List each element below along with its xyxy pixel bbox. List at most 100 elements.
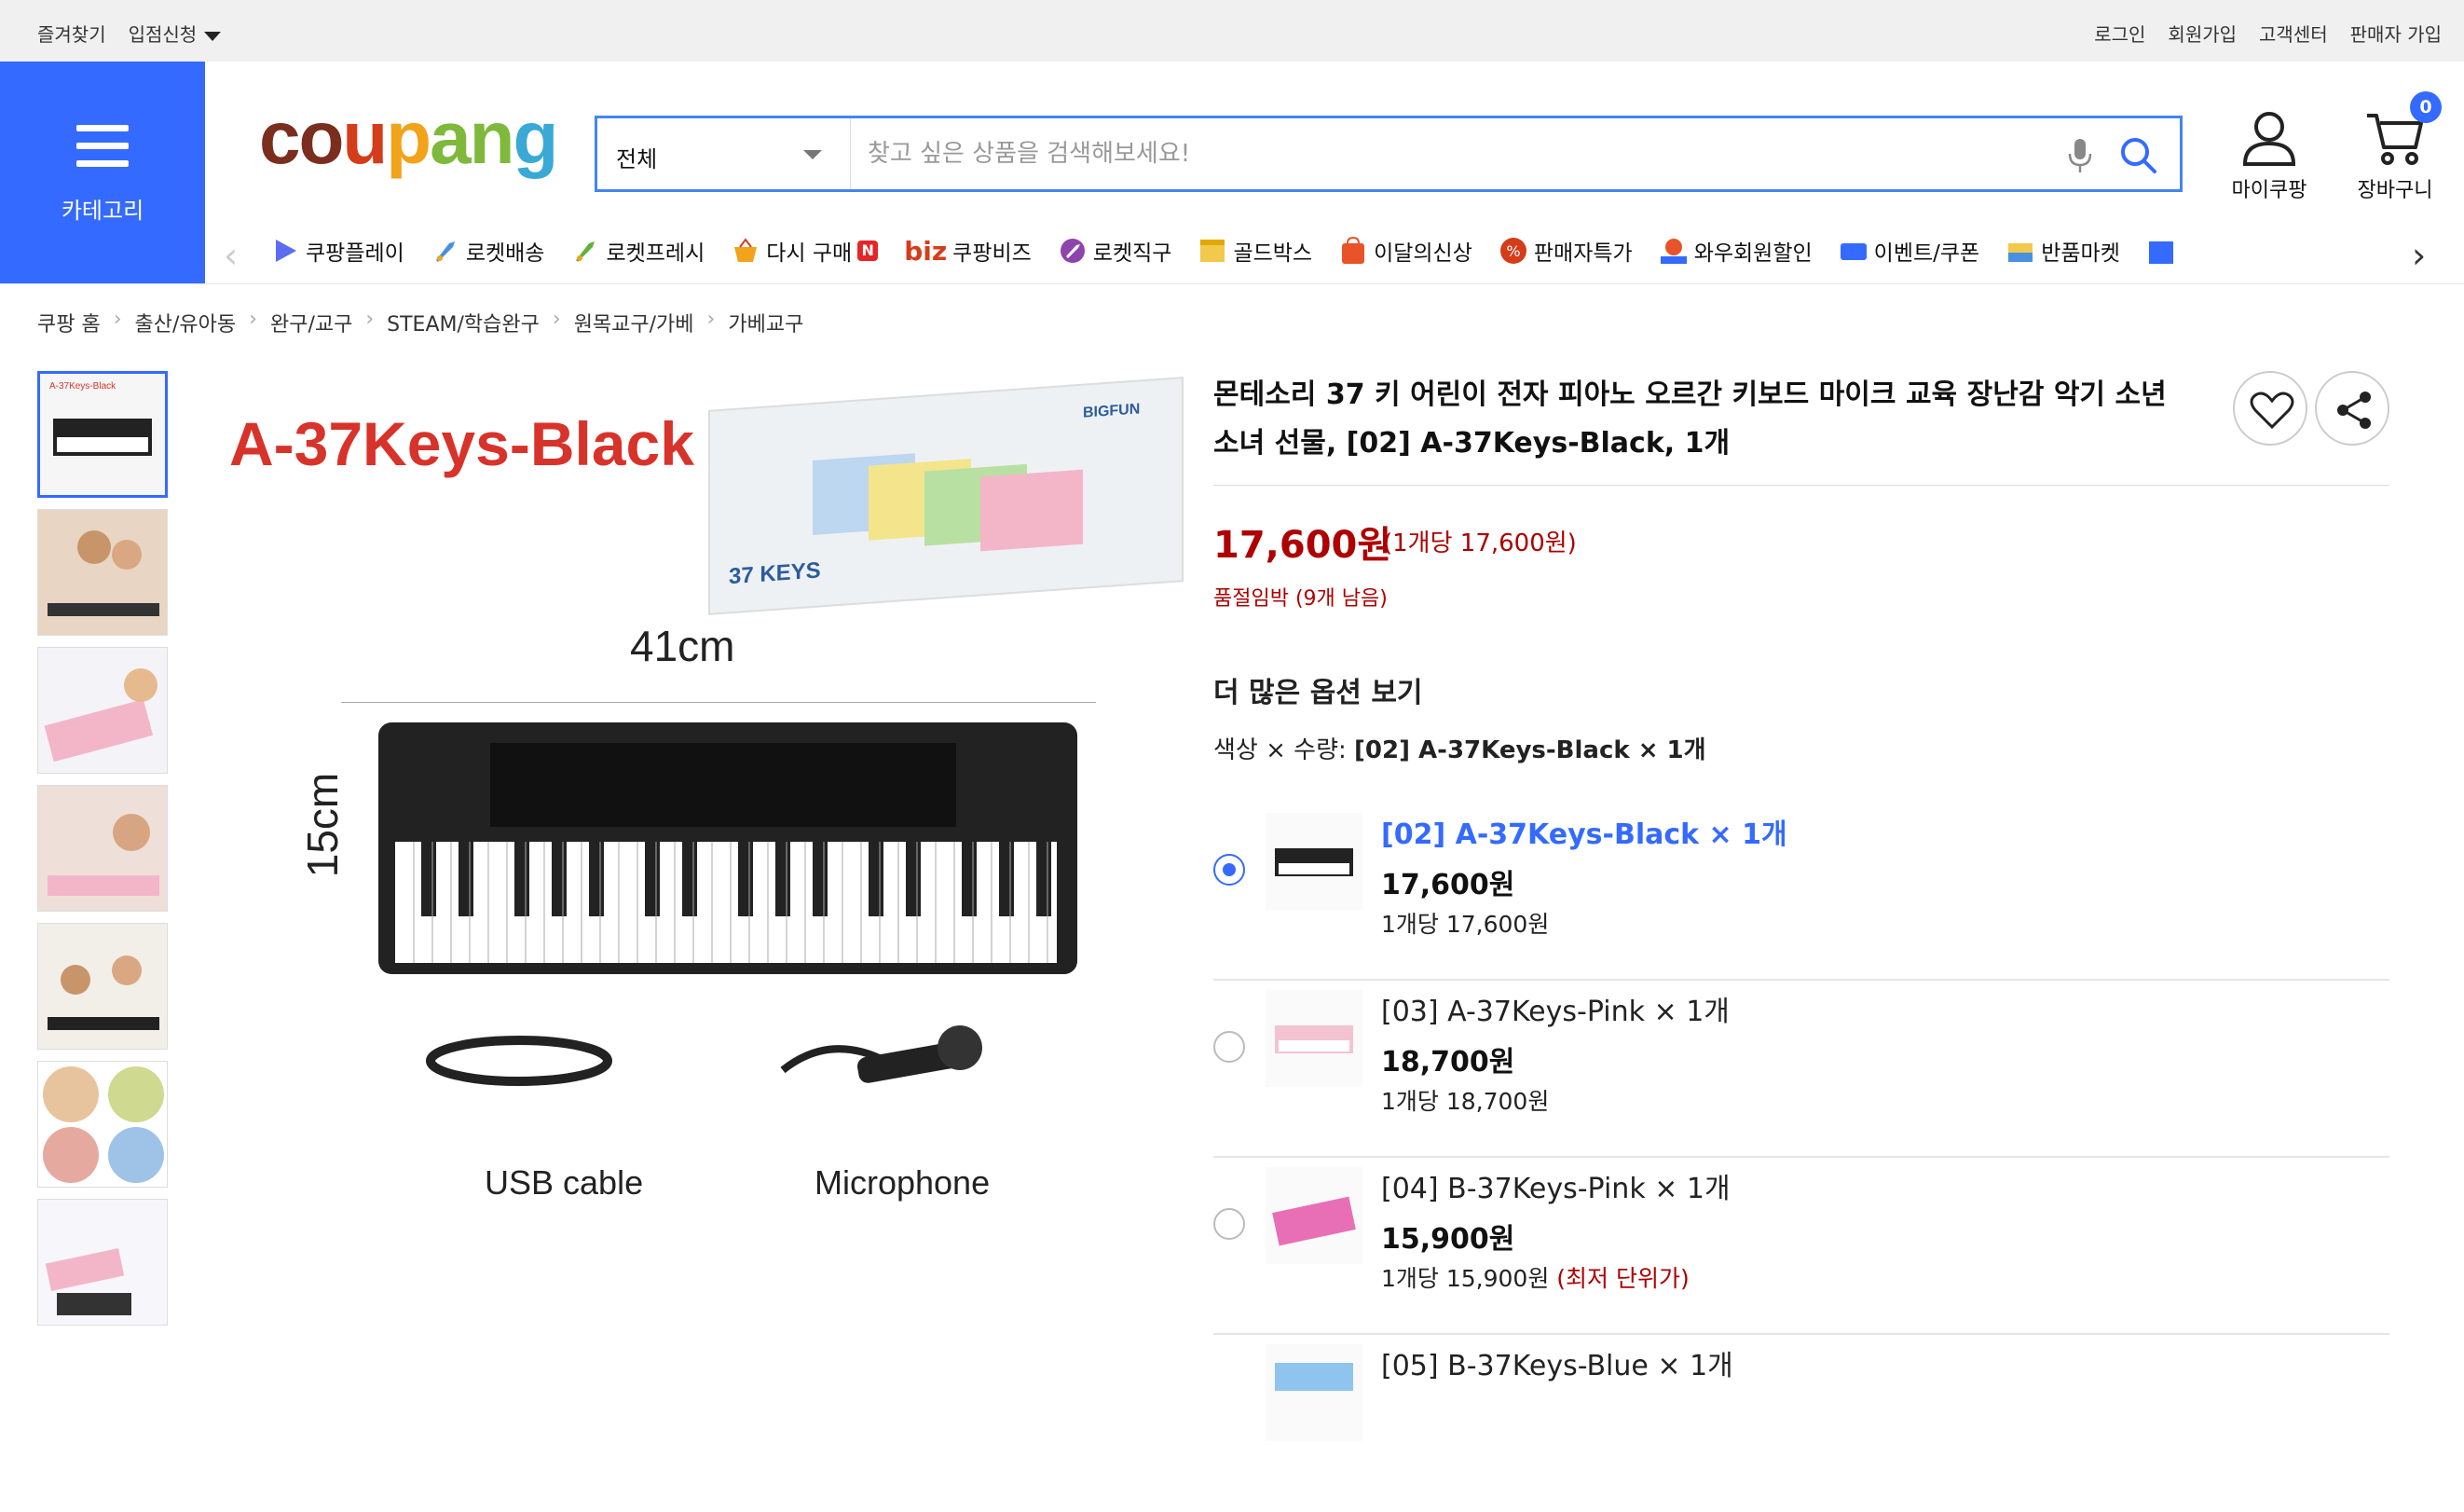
chevron-left-icon[interactable]: ‹ (224, 235, 238, 276)
nav-label: 쿠팡비즈 (952, 241, 1032, 266)
usb-cable-label: USB cable (485, 1163, 644, 1202)
nav-label: 이벤트/쿠폰 (1873, 241, 1980, 266)
logo-part: an (430, 96, 514, 179)
my-coupang-button[interactable]: 마이쿠팡 (2227, 110, 2311, 203)
chevron-right-icon[interactable]: › (2412, 235, 2426, 276)
breadcrumb-item[interactable]: 출산/유아동 (135, 308, 237, 337)
play-icon (276, 240, 296, 262)
nav-rocket-fresh[interactable]: 로켓프레시 (570, 235, 705, 267)
logo-part: p (386, 96, 431, 179)
option-radio[interactable] (1213, 1208, 1245, 1240)
search-icon[interactable] (2118, 135, 2157, 174)
hamburger-icon (76, 125, 129, 178)
seller-apply-link[interactable]: 입점신청 (129, 20, 222, 47)
nav-coupang-biz[interactable]: biz 쿠팡비즈 (904, 235, 1032, 267)
svg-text:A-37Keys-Black: A-37Keys-Black (49, 381, 116, 392)
seller-signup-link[interactable]: 판매자 가입 (2350, 20, 2442, 47)
option-radio[interactable] (1213, 854, 1245, 886)
search-category-select[interactable]: 전체 (597, 118, 851, 189)
wishlist-button[interactable] (2233, 371, 2307, 446)
option-item[interactable]: [05] B-37Keys-Blue × 1개 (1213, 1335, 2389, 1512)
title-divider (1213, 485, 2389, 486)
bookmark-link[interactable]: 즐겨찾기 (37, 20, 106, 47)
option-name: [05] B-37Keys-Blue × 1개 (1381, 1350, 1733, 1382)
chevron-down-icon (803, 150, 822, 159)
user-icon (2242, 112, 2296, 166)
box-label: 37 KEYS (729, 557, 821, 589)
microphone-image (780, 1025, 982, 1083)
option-price: 18,700원 (1381, 1046, 1515, 1079)
nav-monthly-new[interactable]: 이달의신상 (1338, 235, 1472, 267)
return-box-icon (2008, 243, 2033, 262)
nav-return-market[interactable]: 반품마켓 (2005, 235, 2120, 267)
global-rocket-icon (1060, 239, 1085, 263)
more-options-heading: 더 많은 옵션 보기 (1213, 677, 1423, 709)
nav-label: 판매자특가 (1533, 241, 1633, 266)
option-item[interactable]: [04] B-37Keys-Pink × 1개 15,900원 1개당 15,9… (1213, 1158, 2389, 1335)
nav-rocket-global[interactable]: 로켓직구 (1058, 235, 1172, 267)
nav-wow-discount[interactable]: 와우회원할인 (1659, 235, 1813, 267)
chevron-right-icon: › (249, 308, 257, 331)
nav-event-coupon[interactable]: 이벤트/쿠폰 (1839, 235, 1980, 267)
logo-part: g (513, 96, 558, 179)
nav-label: 로켓프레시 (606, 241, 705, 266)
thumbnail-collage[interactable] (37, 1061, 168, 1188)
thumbnail-kids-photo[interactable] (37, 509, 168, 636)
category-menu-button[interactable]: 카테고리 (0, 62, 205, 283)
signup-link[interactable]: 회원가입 (2168, 20, 2237, 47)
option-item[interactable]: [02] A-37Keys-Black × 1개 17,600원 1개당 17,… (1213, 804, 2389, 981)
category-label: 카테고리 (61, 198, 144, 224)
customer-center-link[interactable]: 고객센터 (2259, 20, 2328, 47)
coupang-logo[interactable]: coupang (259, 101, 558, 175)
nav-label: 이달의신상 (1374, 241, 1472, 266)
cart-button[interactable]: 장바구니 (2348, 110, 2442, 203)
gold-box-icon (1200, 240, 1225, 262)
seller-apply-label: 입점신청 (128, 23, 198, 46)
thumbnail-kids-playing[interactable] (37, 923, 168, 1050)
microphone-icon[interactable] (2066, 137, 2094, 174)
product-title: 몬테소리 37 키 어린이 전자 피아노 오르간 키보드 마이크 교육 장난감 … (1213, 378, 2167, 460)
option-name: [04] B-37Keys-Pink × 1개 (1381, 1173, 1731, 1205)
thumbnail-pink-set[interactable] (37, 1199, 168, 1326)
option-unit-price: 1개당 15,900원 (최저 단위가) (1381, 1260, 1690, 1294)
breadcrumb-item[interactable]: 쿠팡 홈 (37, 308, 101, 337)
chevron-right-icon: › (552, 308, 561, 331)
chevron-right-icon: › (365, 308, 375, 331)
search-category-value: 전체 (616, 146, 658, 172)
search-input[interactable] (868, 131, 2033, 176)
option-name: [03] A-37Keys-Pink × 1개 (1381, 996, 1730, 1028)
option-price: 15,900원 (1381, 1223, 1515, 1256)
nav-coupang-play[interactable]: 쿠팡플레이 (270, 235, 404, 267)
nav-rocket-delivery[interactable]: 로켓배송 (431, 235, 545, 267)
option-thumbnail (1266, 1344, 1362, 1441)
breadcrumb-item[interactable]: STEAM/학습완구 (387, 308, 540, 337)
nav-more[interactable] (2146, 235, 2176, 267)
cart-count-badge: 0 (2410, 91, 2442, 123)
nav-gold-box[interactable]: 골드박스 (1198, 235, 1312, 267)
login-link[interactable]: 로그인 (2094, 20, 2145, 47)
breadcrumb-item[interactable]: 완구/교구 (270, 308, 352, 337)
thumbnail-girl-microphone[interactable] (37, 785, 168, 912)
logo-part: u (342, 96, 388, 179)
option-price: 17,600원 (1381, 869, 1515, 901)
nav-seller-deal[interactable]: % 판매자특가 (1499, 235, 1633, 267)
breadcrumb-item[interactable]: 원목교구/가베 (574, 308, 694, 337)
coupon-icon (1840, 243, 1867, 260)
breadcrumb-item[interactable]: 가베교구 (728, 308, 803, 337)
nav-label: 로켓직구 (1092, 241, 1172, 266)
share-button[interactable] (2315, 371, 2389, 446)
breadcrumb: 쿠팡 홈 › 출산/유아동 › 완구/교구 › STEAM/학습완구 › 원목교구/가베… (37, 308, 803, 337)
percent-icon: % (1499, 238, 1526, 264)
thumbnail-pink-keyboard[interactable] (37, 647, 168, 774)
nav-label: 반품마켓 (2041, 241, 2120, 266)
wow-icon (1660, 239, 1687, 264)
nav-rebuy[interactable]: 다시 구매 N (731, 235, 879, 267)
new-bag-icon (1342, 236, 1365, 264)
option-item[interactable]: [03] A-37Keys-Pink × 1개 18,700원 1개당 18,7… (1213, 981, 2389, 1158)
thumbnail-black-keyboard[interactable]: A-37Keys-Black (37, 371, 168, 498)
option-radio[interactable] (1213, 1031, 1245, 1063)
nav-label: 로켓배송 (465, 241, 545, 266)
option-unit-value: 1개당 15,900원 (1381, 1265, 1550, 1292)
width-label: 41cm (630, 622, 735, 670)
nav-label: 와우회원할인 (1693, 241, 1813, 266)
